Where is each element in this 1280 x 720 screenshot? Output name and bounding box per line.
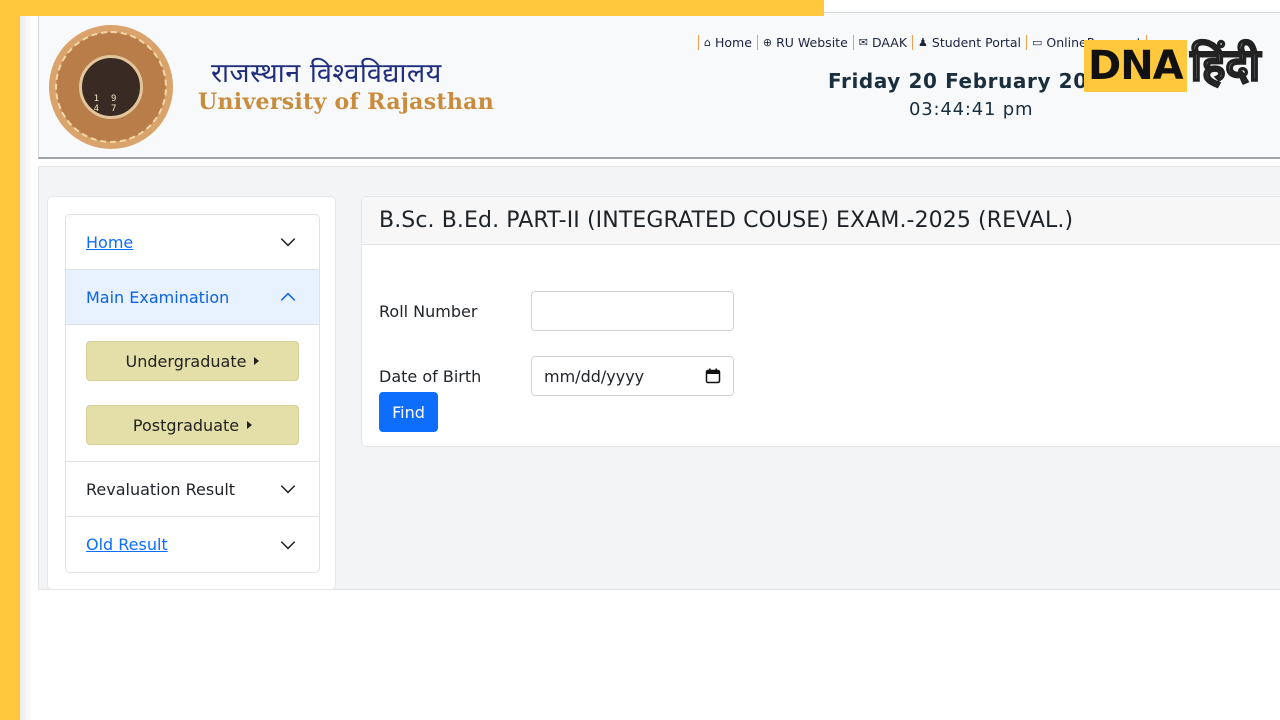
frame-shadow [20, 16, 32, 720]
find-button[interactable]: Find [379, 392, 438, 432]
dna-watermark-hindi: हिंदी [1190, 39, 1262, 92]
roll-number-row: Roll Number [379, 291, 734, 331]
sidebar-item-label: Old Result [86, 535, 168, 554]
nav-daak-label: DAAK [871, 34, 908, 50]
user-icon: ♟ [918, 35, 928, 49]
caret-right-icon [254, 357, 260, 365]
nav-separator [852, 34, 854, 50]
chevron-down-icon [280, 540, 296, 549]
university-name-hindi: राजस्थान विश्वविद्यालय [211, 58, 442, 89]
nav-separator [698, 34, 699, 50]
sidebar-item-revaluation-result[interactable]: Revaluation Result [66, 462, 319, 517]
sidebar-item-old-result[interactable]: Old Result [66, 517, 319, 572]
nav-separator [912, 34, 914, 50]
nav-ru-website-link[interactable]: ⊕ RU Website [763, 35, 848, 50]
frame-top [0, 0, 824, 16]
chevron-down-icon [280, 485, 296, 494]
undergraduate-button[interactable]: Undergraduate [86, 341, 299, 381]
globe-icon: ⊕ [762, 35, 773, 49]
main-content: Home Main Examination Undergraduate Post… [38, 166, 1280, 590]
nav-separator [1026, 34, 1028, 50]
nav-separator [756, 34, 758, 50]
logo-emblem: 19 47 [79, 55, 143, 119]
dna-watermark-text: DNA [1084, 40, 1187, 92]
university-name-english: University of Rajasthan [198, 89, 495, 115]
roll-number-label: Roll Number [379, 301, 478, 321]
postgraduate-label: Postgraduate [132, 415, 240, 435]
current-time: 03:44:41 pm [909, 99, 1034, 120]
sidebar-item-label: Main Examination [86, 287, 230, 307]
logo-year: 19 47 [93, 94, 129, 114]
sidebar-item-label: Home [86, 232, 134, 252]
sidebar-item-label: Revaluation Result [86, 479, 236, 499]
nav-student-portal-label: Student Portal [931, 34, 1022, 50]
undergraduate-label: Undergraduate [125, 351, 247, 371]
date-of-birth-input[interactable]: mm/dd/yyyy [531, 356, 734, 396]
chevron-up-icon [280, 292, 296, 301]
result-form-card: B.Sc. B.Ed. PART-II (INTEGRATED COUSE) E… [361, 196, 1280, 447]
university-logo: 19 47 [49, 25, 173, 149]
date-of-birth-label: Date of Birth [379, 366, 482, 386]
caret-right-icon [247, 421, 253, 429]
date-of-birth-row: Date of Birth mm/dd/yyyy [379, 356, 734, 396]
postgraduate-button[interactable]: Postgraduate [86, 405, 299, 445]
nav-home-label: Home [714, 34, 752, 50]
sidebar-item-main-examination[interactable]: Main Examination [66, 270, 319, 325]
exam-title: B.Sc. B.Ed. PART-II (INTEGRATED COUSE) E… [362, 197, 1280, 245]
envelope-icon: ✉ [858, 35, 868, 49]
roll-number-input[interactable] [531, 291, 734, 331]
current-date: Friday 20 February 20 [828, 69, 1088, 93]
nav-home-link[interactable]: ⌂ Home [704, 35, 752, 50]
sidebar-card: Home Main Examination Undergraduate Post… [47, 196, 336, 590]
main-examination-panel: Undergraduate Postgraduate [66, 325, 319, 462]
sidebar-item-home[interactable]: Home [66, 215, 319, 270]
nav-daak-link[interactable]: ✉ DAAK [859, 35, 907, 50]
sidebar-accordion: Home Main Examination Undergraduate Post… [65, 214, 320, 573]
card-icon: ▭ [1032, 35, 1043, 49]
chevron-down-icon [280, 238, 296, 247]
frame-left [0, 0, 20, 720]
nav-ru-website-label: RU Website [776, 34, 848, 50]
calendar-icon[interactable] [705, 368, 721, 384]
nav-student-portal-link[interactable]: ♟ Student Portal [918, 35, 1021, 50]
dna-watermark-logo: DNA हिंदी [1084, 39, 1264, 92]
home-icon: ⌂ [704, 35, 711, 49]
date-placeholder: mm/dd/yyyy [544, 366, 645, 386]
